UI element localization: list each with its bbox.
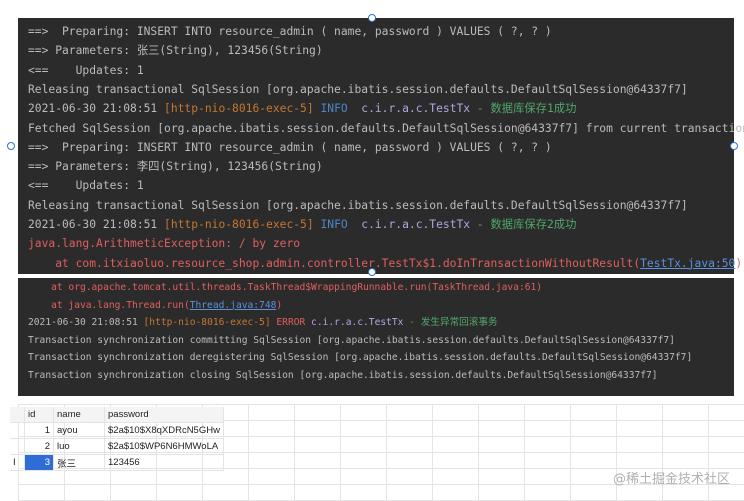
console-text: ==> Preparing: INSERT INTO resource_admi… xyxy=(28,140,552,154)
selection-handle-left[interactable] xyxy=(7,142,15,150)
console-text: ==> Parameters: 张三(String), 123456(Strin… xyxy=(28,44,323,58)
console-text: <== Updates: 1 xyxy=(28,179,144,193)
console-line: 2021-06-30 21:08:51 [http-nio-8016-exec-… xyxy=(28,314,498,331)
console-line: at com.itxiaoluo.resource_shop.admin.con… xyxy=(28,254,742,273)
console-output-lower: at org.apache.tomcat.util.threads.TaskTh… xyxy=(18,278,734,396)
console-text: - 数据库保存1成功 xyxy=(476,102,577,116)
result-table: id name password 1 ayou $2a$10$X8qXDRcN5GH… xyxy=(10,407,224,471)
console-output-upper: ==> Preparing: INSERT INTO resource_admi… xyxy=(18,18,744,274)
cell-name[interactable]: ayou xyxy=(53,422,105,439)
column-header-id[interactable]: id xyxy=(24,407,54,423)
console-line: at org.apache.tomcat.util.threads.TaskTh… xyxy=(28,279,542,296)
console-line: <== Updates: 1 xyxy=(28,61,144,80)
cell-id[interactable]: 3 xyxy=(24,454,54,471)
table-header-row: id name password xyxy=(10,407,224,423)
cell-id[interactable]: 1 xyxy=(24,422,54,439)
cell-password[interactable]: 123456 xyxy=(104,454,224,471)
console-text: c.i.r.a.c.TestTx xyxy=(311,317,410,328)
cell-id[interactable]: 2 xyxy=(24,438,54,455)
console-text: Releasing transactional SqlSession [org.… xyxy=(28,198,688,212)
column-header-password[interactable]: password xyxy=(104,407,224,423)
console-text: 2021-06-30 21:08:51 xyxy=(28,218,165,231)
console-line: Releasing transactional SqlSession [org.… xyxy=(28,196,688,215)
console-line: <== Updates: 1 xyxy=(28,176,144,195)
console-text: c.i.r.a.c.TestTx xyxy=(361,102,477,116)
table-row[interactable]: 2 luo $2a$10$WP6N6HMWoLA xyxy=(10,438,224,455)
row-marker xyxy=(10,422,25,439)
console-line: at java.lang.Thread.run(Thread.java:748) xyxy=(28,297,282,314)
console-line: 2021-06-30 21:08:51 [http-nio-8016-exec-… xyxy=(28,215,576,234)
console-line: Releasing transactional SqlSession [org.… xyxy=(28,80,688,99)
selection-handle-bottom[interactable] xyxy=(368,268,376,276)
console-text: - 数据库保存2成功 xyxy=(476,218,577,231)
table-row[interactable]: 1 ayou $2a$10$X8qXDRcN5GHw xyxy=(10,422,224,439)
console-text: at com.itxiaoluo.resource_shop.admin.con… xyxy=(28,256,641,270)
console-text: at org.apache.tomcat.util.threads.TaskTh… xyxy=(28,282,543,293)
console-line: ==> Parameters: 张三(String), 123456(Strin… xyxy=(28,41,323,60)
console-text: - 发生异常回滚事务 xyxy=(409,317,498,328)
console-text: Transaction synchronization deregisterin… xyxy=(28,352,693,363)
source-link[interactable]: TestTx.java:50 xyxy=(640,257,735,270)
console-text: ==> Parameters: 李四(String), 123456(Strin… xyxy=(28,160,323,174)
cell-name[interactable]: 张三 xyxy=(53,454,105,471)
console-text: Releasing transactional SqlSession [org.… xyxy=(28,82,688,96)
console-text: ) xyxy=(735,256,743,270)
row-marker xyxy=(10,438,25,455)
console-line: Transaction synchronization committing S… xyxy=(28,332,675,349)
console-text: Transaction synchronization closing SqlS… xyxy=(28,369,658,381)
selection-handle-right[interactable] xyxy=(730,142,738,150)
source-link[interactable]: Thread.java:748 xyxy=(190,300,277,311)
row-marker: I xyxy=(10,454,25,471)
cell-password[interactable]: $2a$10$WP6N6HMWoLA xyxy=(104,438,224,455)
console-text: INFO xyxy=(320,102,362,116)
console-line: ==> Preparing: INSERT INTO resource_admi… xyxy=(28,22,552,41)
table-row[interactable]: I 3 张三 123456 xyxy=(10,454,224,471)
console-text: Transaction synchronization committing S… xyxy=(28,334,675,346)
console-text: 2021-06-30 21:08:51 xyxy=(28,317,144,328)
console-line: Transaction synchronization closing SqlS… xyxy=(28,367,658,384)
console-line: java.lang.ArithmeticException: / by zero xyxy=(28,234,300,253)
console-text: [http-nio-8016-exec-5] xyxy=(143,317,277,328)
console-text: INFO xyxy=(320,218,362,231)
console-text: [http-nio-8016-exec-5] xyxy=(164,102,321,116)
console-line: 2021-06-30 21:08:51 [http-nio-8016-exec-… xyxy=(28,99,576,118)
console-text: ) xyxy=(276,299,283,311)
console-text: <== Updates: 1 xyxy=(28,63,144,77)
cell-password[interactable]: $2a$10$X8qXDRcN5GHw xyxy=(104,422,224,439)
console-text: ==> Preparing: INSERT INTO resource_admi… xyxy=(28,25,552,38)
console-text: ERROR xyxy=(276,317,312,328)
console-text: 2021-06-30 21:08:51 xyxy=(28,102,165,116)
row-marker-header xyxy=(10,407,25,423)
watermark: @稀土掘金技术社区 xyxy=(612,472,730,487)
console-line: Transaction synchronization deregisterin… xyxy=(28,349,692,366)
selection-handle-top[interactable] xyxy=(368,14,376,22)
console-text: java.lang.ArithmeticException: / by zero xyxy=(28,237,301,251)
console-line: ==> Preparing: INSERT INTO resource_admi… xyxy=(28,138,552,157)
console-line: ==> Parameters: 李四(String), 123456(Strin… xyxy=(28,157,323,176)
console-text: [http-nio-8016-exec-5] xyxy=(164,218,321,231)
console-text: Fetched SqlSession [org.apache.ibatis.se… xyxy=(28,121,744,135)
column-header-name[interactable]: name xyxy=(53,407,105,423)
console-text: c.i.r.a.c.TestTx xyxy=(361,218,477,231)
cell-name[interactable]: luo xyxy=(53,438,105,455)
console-text: at java.lang.Thread.run( xyxy=(28,299,190,311)
console-line: Fetched SqlSession [org.apache.ibatis.se… xyxy=(28,119,744,138)
